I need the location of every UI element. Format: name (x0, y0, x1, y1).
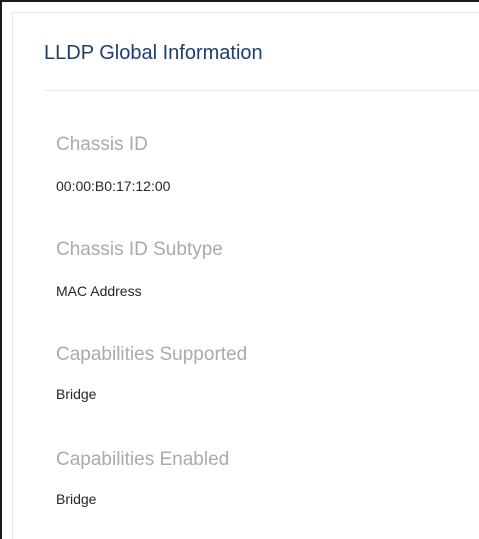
title-divider (44, 90, 479, 91)
capabilities-enabled-label: Capabilities Enabled (56, 449, 230, 470)
capabilities-supported-label: Capabilities Supported (56, 344, 248, 365)
chassis-id-subtype-value: MAC Address (56, 283, 142, 299)
capabilities-supported-value: Bridge (56, 386, 97, 402)
window-border-left (0, 0, 2, 539)
chassis-id-label: Chassis ID (56, 134, 148, 155)
chassis-id-subtype-label: Chassis ID Subtype (56, 239, 223, 260)
page: LLDP Global Information Chassis ID 00:00… (0, 0, 479, 539)
capabilities-enabled-value: Bridge (56, 491, 97, 507)
window-border-top (0, 0, 479, 2)
panel-title: LLDP Global Information (44, 42, 263, 64)
chassis-id-value: 00:00:B0:17:12:00 (56, 178, 171, 194)
